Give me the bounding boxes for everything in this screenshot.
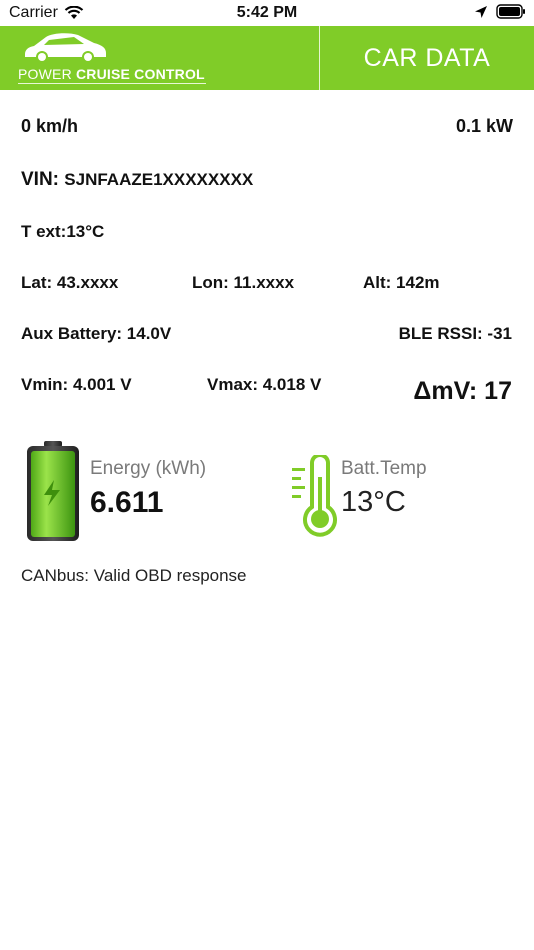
thermometer-icon [292,455,337,537]
logo-underline [18,83,206,84]
vin-value: SJNFAAZE1XXXXXXXX [64,170,254,189]
logo-text-cruise-control: CRUISE CONTROL [75,66,205,82]
canbus-status: CANbus: Valid OBD response [21,566,247,585]
batt-temp-label: Batt.Temp [341,458,427,479]
energy-value: 6.611 [90,486,164,519]
battery-charging-icon [27,441,79,541]
batt-temp-value: 13°C [341,486,406,518]
page-title[interactable]: CAR DATA [320,26,534,90]
speed-value: 0 km/h [21,116,79,136]
battery-status-icon [496,4,525,19]
aux-battery-voltage: Aux Battery: 14.0V [21,324,172,343]
app-header: POWER CRUISE CONTROL CAR DATA [0,26,534,90]
cell-vmin: Vmin: 4.001 V [21,375,132,394]
status-indicators [474,4,526,19]
logo-text-power: POWER [18,66,76,82]
vin-label: VIN: [21,169,65,190]
external-temperature: T ext:13°C [21,222,105,241]
cell-delta-mv: ΔmV: 17 [413,377,512,405]
energy-label: Energy (kWh) [90,458,207,479]
vin-row: VIN: SJNFAAZE1XXXXXXXX [21,169,253,191]
latitude: Lat: 43.xxxx [21,273,119,292]
status-time: 5:42 PM [236,4,298,21]
app-logo: POWER CRUISE CONTROL [0,26,319,90]
logo-text: POWER CRUISE CONTROL [18,66,205,82]
longitude: Lon: 11.xxxx [192,273,295,292]
ble-rssi: BLE RSSI: -31 [398,324,512,343]
power-value: 0.1 kW [455,116,513,136]
altitude: Alt: 142m [363,273,440,292]
car-logo-icon [25,33,106,63]
status-bar: Carrier 5:42 PM [0,0,534,26]
cell-vmax: Vmax: 4.018 V [207,375,322,394]
location-arrow-icon [475,5,487,18]
